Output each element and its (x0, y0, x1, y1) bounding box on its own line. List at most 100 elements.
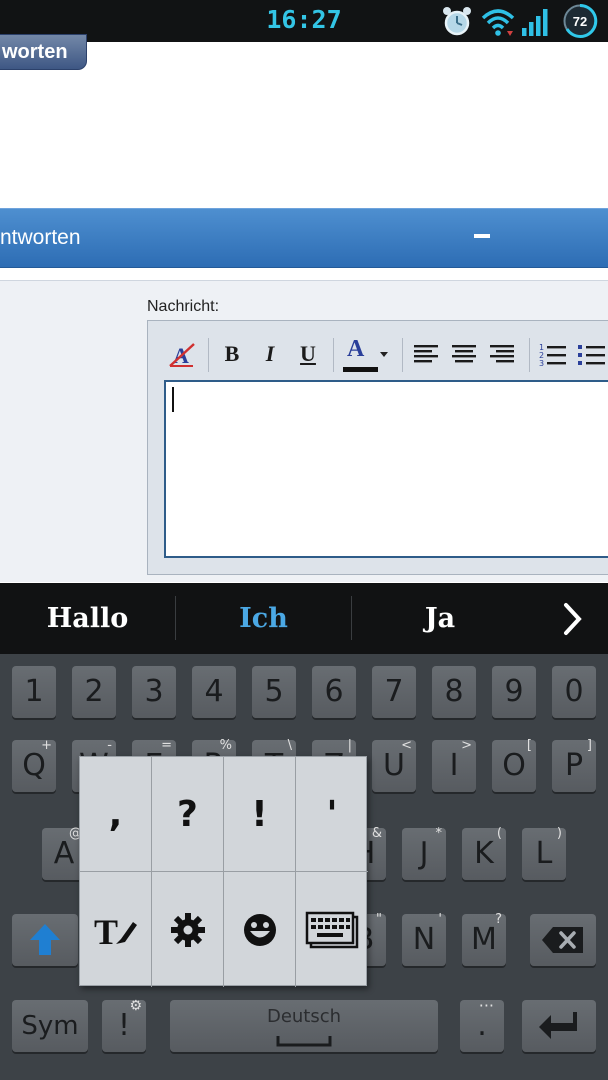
underline-label: U (300, 341, 316, 366)
italic-button[interactable]: I (256, 335, 284, 373)
key-l[interactable]: ) L (522, 826, 566, 880)
space-language-label: Deutsch (266, 1006, 342, 1027)
bold-button[interactable]: B (218, 335, 246, 373)
key-hint: + (41, 738, 52, 753)
font-color-label: A (347, 336, 365, 362)
key-hint: ) (556, 826, 562, 841)
enter-icon (539, 1012, 577, 1039)
shift-arrow-icon (30, 924, 60, 955)
key-hint: ] (586, 738, 592, 753)
key-hint: < (401, 738, 412, 753)
popup-keyboard-switch[interactable] (296, 872, 368, 987)
key-i[interactable]: > I (432, 738, 476, 792)
reply-section-header[interactable]: ntworten (0, 208, 608, 268)
alarm-icon (443, 7, 471, 36)
unordered-list-button[interactable] (576, 335, 606, 373)
message-label: Nachricht: (147, 298, 220, 315)
popup-question[interactable]: ? (152, 757, 224, 872)
align-left-button[interactable] (410, 335, 442, 373)
key-hint: % (219, 738, 232, 753)
key-hint: ' (438, 912, 442, 927)
toolbar-separator (529, 338, 530, 372)
key-9[interactable]: 9 (492, 666, 536, 718)
exclamation-key[interactable]: ⚙ ! (102, 998, 146, 1052)
remove-format-button[interactable]: A (166, 335, 198, 373)
toolbar-separator (333, 338, 334, 372)
ordered-list-icon: 1 2 3 (539, 343, 566, 366)
toolbar-separator (402, 338, 403, 372)
gear-icon: ⚙ (129, 998, 142, 1014)
sym-key[interactable]: Sym (12, 1000, 88, 1052)
status-clock: 16:27 (266, 5, 342, 34)
key-hint: > (461, 738, 472, 753)
popup-exclamation[interactable]: ! (224, 757, 296, 872)
remove-format-icon: A (169, 343, 195, 368)
key-k[interactable]: ( K (462, 826, 506, 880)
align-right-button[interactable] (486, 335, 518, 373)
popup-comma[interactable]: , (80, 757, 152, 872)
font-color-button[interactable]: A (340, 335, 392, 373)
chevron-down-icon (380, 352, 388, 357)
key-q[interactable]: + Q (12, 738, 56, 792)
svg-text:T: T (94, 912, 118, 949)
unordered-list-icon (578, 345, 605, 365)
key-hint: = (161, 738, 172, 753)
keyboard-icon (305, 911, 359, 948)
underline-button[interactable]: U (294, 335, 322, 373)
backspace-icon (542, 927, 583, 953)
ordered-list-button[interactable]: 1 2 3 (538, 335, 568, 373)
chevron-right-icon[interactable] (556, 600, 590, 638)
settings-gear-icon (170, 912, 205, 947)
key-j[interactable]: * J (402, 826, 446, 880)
key-m[interactable]: ? M (462, 912, 506, 966)
message-textarea[interactable] (164, 380, 608, 558)
key-2[interactable]: 2 (72, 666, 116, 718)
signal-icon (522, 9, 548, 36)
key-0[interactable]: 0 (552, 666, 596, 718)
suggestion-divider (175, 596, 176, 640)
key-hint: ? (495, 912, 502, 927)
enter-key[interactable] (522, 1000, 596, 1052)
popup-settings[interactable] (152, 872, 224, 987)
key-hint: ( (496, 826, 502, 841)
key-6[interactable]: 6 (312, 666, 356, 718)
suggestion-word[interactable]: Ja (352, 583, 528, 654)
key-1[interactable]: 1 (12, 666, 56, 718)
period-key[interactable]: ··· . (460, 998, 504, 1052)
suggestion-word-active[interactable]: Ich (176, 583, 351, 654)
key-hint: | (347, 738, 352, 753)
handwriting-icon: T (94, 912, 137, 949)
battery-level: 72 (573, 14, 587, 29)
suggestion-word[interactable]: Hallo (0, 583, 175, 654)
key-8[interactable]: 8 (432, 666, 476, 718)
key-hint: " (376, 912, 382, 927)
key-4[interactable]: 4 (192, 666, 236, 718)
popup-emoji[interactable] (224, 872, 296, 987)
wifi-icon (481, 9, 515, 36)
key-3[interactable]: 3 (132, 666, 176, 718)
key-hint: - (107, 738, 112, 753)
emoji-smiley-icon (243, 913, 276, 946)
popup-handwriting[interactable]: T (80, 872, 152, 987)
key-5[interactable]: 5 (252, 666, 296, 718)
key-hint: \ (287, 738, 292, 753)
key-u[interactable]: < U (372, 738, 416, 792)
minimize-icon[interactable] (474, 234, 490, 238)
key-p[interactable]: ] P (552, 738, 596, 792)
font-color-swatch: A (342, 336, 378, 372)
key-hint: * (435, 826, 443, 841)
top-reply-button[interactable]: worten (0, 34, 87, 70)
align-center-icon (452, 345, 476, 363)
popup-apostrophe[interactable]: ' (296, 757, 368, 872)
key-o[interactable]: [ O (492, 738, 536, 792)
key-n[interactable]: ' N (402, 912, 446, 966)
svg-text:3: 3 (539, 359, 544, 366)
key-7[interactable]: 7 (372, 666, 416, 718)
shift-key[interactable] (12, 914, 78, 966)
space-key[interactable]: Deutsch (170, 1000, 438, 1052)
reply-section-title: ntworten (0, 226, 81, 249)
keyboard-long-press-popup: , ? ! ' T (79, 756, 368, 987)
align-center-button[interactable] (448, 335, 480, 373)
backspace-key[interactable] (530, 914, 596, 966)
battery-icon: 72 (563, 3, 598, 38)
